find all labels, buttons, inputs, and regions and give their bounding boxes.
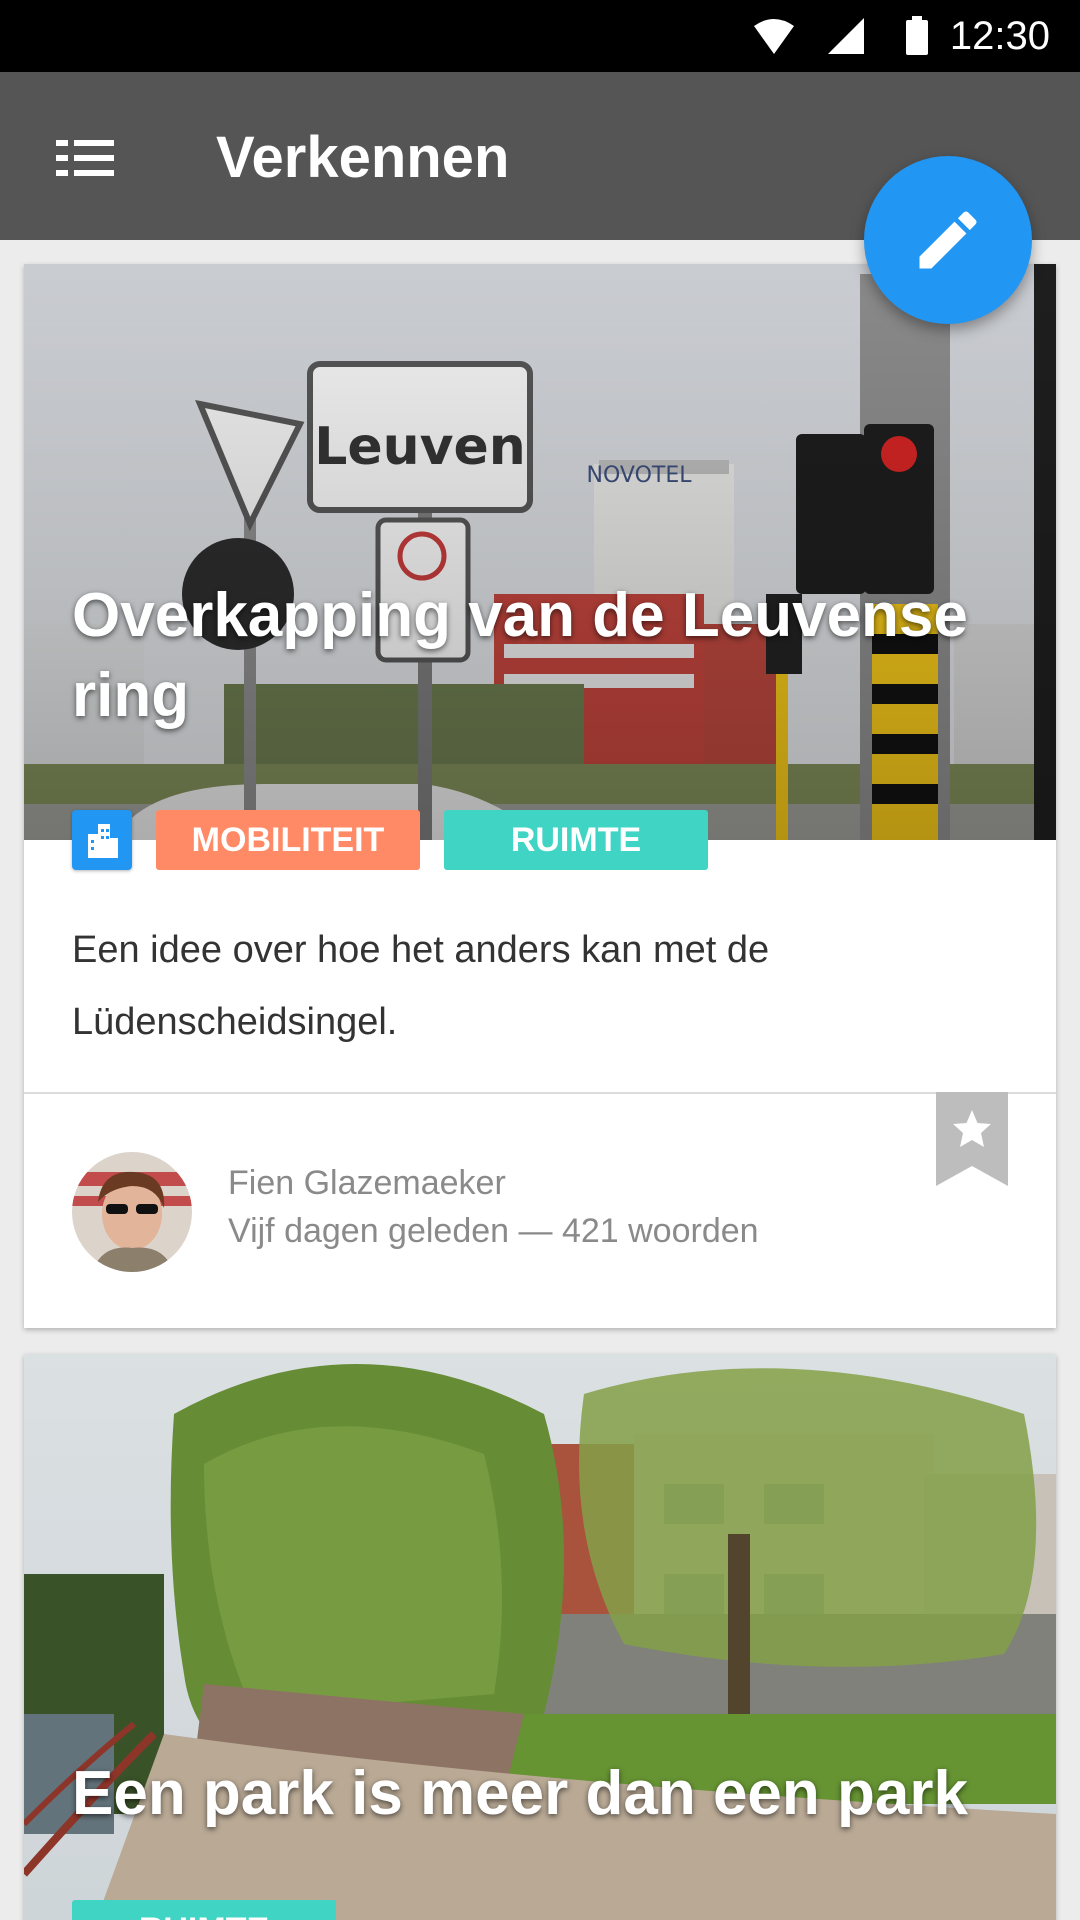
post-meta: Vijf dagen geleden — 421 woorden: [228, 1212, 759, 1250]
star-bookmark-icon[interactable]: [936, 1092, 1008, 1186]
card-hero-image[interactable]: Een park is meer dan een park: [24, 1354, 1056, 1920]
card-description: Een idee over hoe het anders kan met de …: [72, 929, 770, 1043]
idea-card[interactable]: Leuven NOVOTEL Overkapping van: [24, 264, 1056, 1328]
tag-list: MOBILITEIT RUIMTE: [72, 810, 732, 870]
clock: 12:30: [949, 14, 1050, 58]
page-title: Verkennen: [216, 125, 510, 190]
city-buildings-icon: [72, 810, 132, 870]
park-willow-photo: [24, 1354, 1056, 1920]
battery-icon: [906, 16, 928, 55]
idea-card[interactable]: Een park is meer dan een park RUIMTE: [24, 1354, 1056, 1920]
card-title[interactable]: Overkapping van de Leuvense ring: [72, 576, 1056, 736]
wifi-icon: [754, 19, 794, 54]
tag-mobiliteit[interactable]: MOBILITEIT: [156, 810, 420, 870]
leuven-road-sign-photo: Leuven NOVOTEL: [24, 264, 1056, 840]
signal-icon: [828, 18, 864, 54]
card-divider: [24, 1092, 1056, 1094]
compose-fab-button[interactable]: [864, 156, 1032, 324]
card-hero-image[interactable]: Leuven NOVOTEL Overkapping van: [24, 264, 1056, 840]
tag-ruimte[interactable]: RUIMTE: [72, 1900, 336, 1920]
author-name[interactable]: Fien Glazemaeker: [228, 1164, 506, 1203]
status-bar: 12:30: [0, 0, 1080, 72]
avatar[interactable]: [72, 1152, 192, 1272]
pencil-icon: [919, 211, 977, 269]
tag-ruimte[interactable]: RUIMTE: [444, 810, 708, 870]
card-title[interactable]: Een park is meer dan een park: [72, 1754, 968, 1834]
list-menu-icon[interactable]: [56, 138, 114, 178]
